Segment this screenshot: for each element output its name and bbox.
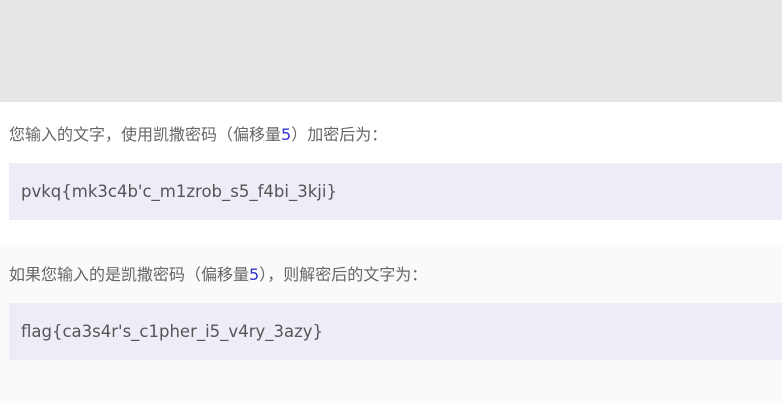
encrypt-result-box[interactable]: pvkq{mk3c4b'c_m1zrob_s5_f4bi_3kji} [9, 163, 782, 220]
encrypt-label-suffix: ）加密后为： [291, 125, 388, 144]
decrypt-offset-value: 5 [249, 265, 260, 284]
encrypt-result-text: pvkq{mk3c4b'c_m1zrob_s5_f4bi_3kji} [21, 182, 337, 201]
decrypt-result-label: 如果您输入的是凯撒密码（偏移量5），则解密后的文字为： [9, 265, 427, 285]
encrypt-label-prefix: 您输入的文字，使用凯撒密码（偏移量 [9, 125, 282, 144]
decrypt-result-box[interactable]: flag{ca3s4r's_c1pher_i5_v4ry_3azy} [9, 303, 782, 360]
decrypt-result-text: flag{ca3s4r's_c1pher_i5_v4ry_3azy} [21, 322, 324, 341]
encrypt-result-label: 您输入的文字，使用凯撒密码（偏移量5）加密后为： [9, 125, 387, 145]
header-band [0, 0, 782, 102]
decrypt-label-suffix: ），则解密后的文字为： [259, 265, 428, 284]
decrypt-label-prefix: 如果您输入的是凯撒密码（偏移量 [9, 265, 250, 284]
encrypt-offset-value: 5 [281, 125, 292, 144]
